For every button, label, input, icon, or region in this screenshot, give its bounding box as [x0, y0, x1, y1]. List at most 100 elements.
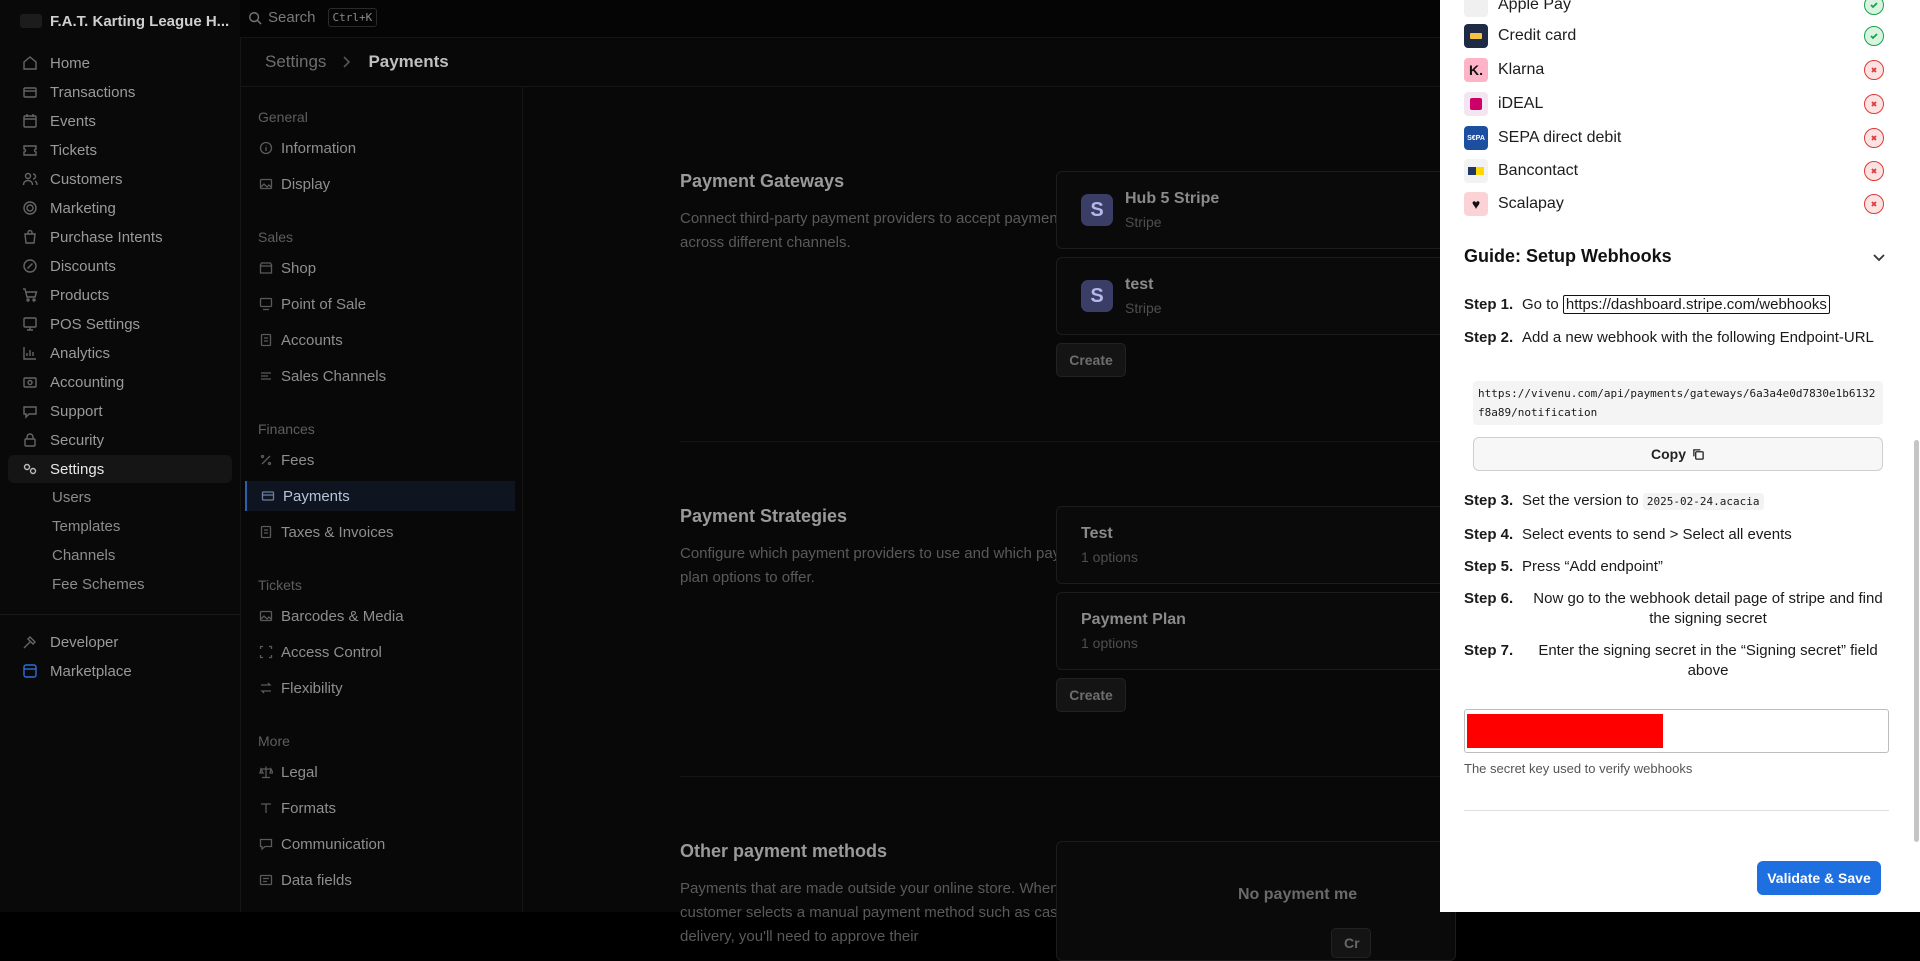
subnav-barcodes-media[interactable]: Barcodes & Media	[245, 601, 515, 631]
cart-icon	[22, 287, 38, 303]
create-gateway-button[interactable]: Create	[1056, 343, 1126, 377]
nav-item-settings[interactable]: Settings	[8, 455, 232, 483]
nav-item-analytics[interactable]: Analytics	[8, 339, 232, 367]
subnav-flexibility[interactable]: Flexibility	[245, 673, 515, 703]
create-method-button[interactable]: Cr	[1331, 928, 1371, 958]
nav-item-discounts[interactable]: Discounts	[8, 252, 232, 280]
subnav-label: Access Control	[281, 643, 382, 661]
subnav-label: Shop	[281, 259, 317, 277]
search-icon	[249, 11, 262, 25]
nav-item-events[interactable]: Events	[8, 107, 232, 135]
validate-save-button[interactable]: Validate & Save	[1757, 861, 1881, 895]
step-text: Set the version to 2025-02-24.acacia	[1522, 491, 1894, 512]
strategy-card[interactable]: Test 1 options	[1056, 506, 1456, 584]
stripe-webhooks-link[interactable]: https://dashboard.stripe.com/webhooks	[1562, 295, 1830, 314]
nav-sub-channels[interactable]: Channels	[52, 545, 115, 567]
payment-method-name: iDEAL	[1498, 95, 1544, 112]
close-icon	[1864, 128, 1884, 148]
subnav-information[interactable]: Information	[245, 133, 515, 163]
strategy-name: Payment Plan	[1081, 611, 1186, 628]
payment-method-name: Apple Pay	[1498, 0, 1571, 13]
nav-item-home[interactable]: Home	[8, 49, 232, 77]
subnav-display[interactable]: Display	[245, 169, 515, 199]
swap-icon	[259, 681, 273, 695]
top-bar: Search Ctrl+K	[240, 0, 1440, 38]
payment-method-row[interactable]: S€PA SEPA direct debit	[1464, 124, 1884, 152]
gateway-provider: Stripe	[1125, 300, 1162, 316]
subnav-legal[interactable]: Legal	[245, 757, 515, 787]
subnav-taxes-invoices[interactable]: Taxes & Invoices	[245, 517, 515, 547]
subnav-data-fields[interactable]: Data fields	[245, 865, 515, 895]
payment-method-name: SEPA direct debit	[1498, 129, 1622, 146]
subnav-label: Point of Sale	[281, 295, 367, 313]
payment-method-row[interactable]: Apple Pay	[1464, 0, 1884, 19]
subnav-point-of-sale[interactable]: Point of Sale	[245, 289, 515, 319]
subnav-sales-channels[interactable]: Sales Channels	[245, 361, 515, 391]
subnav-shop[interactable]: Shop	[245, 253, 515, 283]
nav-item-accounting[interactable]: Accounting	[8, 368, 232, 396]
payment-method-name: Credit card	[1498, 27, 1577, 44]
payment-method-row[interactable]: Bancontact	[1464, 157, 1884, 185]
nav-item-developer[interactable]: Developer	[8, 628, 232, 656]
drawer-scrollbar[interactable]	[1914, 440, 1919, 842]
subnav-fees[interactable]: Fees	[245, 445, 515, 475]
nav-item-security[interactable]: Security	[8, 426, 232, 454]
empty-state-text: No payment me	[1238, 886, 1358, 903]
strategy-card[interactable]: Payment Plan 1 options	[1056, 592, 1456, 670]
gateway-card[interactable]: S Hub 5 Stripe Stripe	[1056, 171, 1456, 249]
close-icon	[1864, 60, 1884, 80]
nav-item-support[interactable]: Support	[8, 397, 232, 425]
subnav-group-sales: Sales	[258, 229, 294, 245]
breadcrumb-settings[interactable]: Settings	[265, 52, 326, 72]
step-label: Step 5.	[1464, 558, 1514, 575]
fields-icon	[259, 873, 273, 887]
copy-endpoint-button[interactable]: Copy	[1473, 437, 1883, 471]
nav-label: Accounting	[50, 373, 125, 391]
step-text: Press “Add endpoint”	[1522, 558, 1663, 575]
nav-item-products[interactable]: Products	[8, 281, 232, 309]
step-text: Select events to send > Select all event…	[1522, 526, 1792, 543]
nav-item-pos-settings[interactable]: POS Settings	[8, 310, 232, 338]
strategies-description: Configure which payment providers to use…	[680, 545, 1094, 586]
guide-step-3: Step 3. Set the version to 2025-02-24.ac…	[1464, 491, 1894, 512]
subnav-accounts[interactable]: Accounts	[245, 325, 515, 355]
credit-card-logo	[1464, 24, 1488, 48]
nav-sub-users[interactable]: Users	[52, 487, 91, 509]
step-label: Step 4.	[1464, 526, 1514, 543]
subnav-payments[interactable]: Payments	[245, 481, 515, 511]
subnav-formats[interactable]: Formats	[245, 793, 515, 823]
search-box[interactable]: Search Ctrl+K	[248, 8, 378, 27]
nav-label: Developer	[50, 633, 119, 651]
webhooks-guide-title[interactable]: Guide: Setup Webhooks	[1464, 246, 1672, 267]
nav-item-transactions[interactable]: Transactions	[8, 78, 232, 106]
brand[interactable]: F.A.T. Karting League H...	[20, 10, 229, 32]
section-divider	[680, 776, 1440, 777]
nav-item-customers[interactable]: Customers	[8, 165, 232, 193]
payment-method-row[interactable]: Credit card	[1464, 22, 1884, 50]
redacted-secret	[1467, 714, 1663, 748]
close-icon	[1864, 161, 1884, 181]
channels-icon	[259, 369, 273, 383]
create-strategy-button[interactable]: Create	[1056, 678, 1126, 712]
subnav-communication[interactable]: Communication	[245, 829, 515, 859]
signing-secret-input[interactable]	[1464, 709, 1889, 753]
text-icon	[259, 801, 273, 815]
payment-method-row[interactable]: iDEAL	[1464, 90, 1884, 118]
nav-item-tickets[interactable]: Tickets	[8, 136, 232, 164]
payment-method-row[interactable]: ♥ Scalapay	[1464, 190, 1884, 218]
api-version: 2025-02-24.acacia	[1642, 493, 1764, 510]
payment-method-row[interactable]: K. Klarna	[1464, 56, 1884, 84]
subnav-label: Accounts	[281, 331, 343, 349]
nav-label: Events	[50, 112, 96, 130]
chevron-down-icon[interactable]	[1870, 248, 1888, 266]
settings-icon	[22, 461, 38, 477]
nav-item-marketing[interactable]: Marketing	[8, 194, 232, 222]
calendar-icon	[22, 113, 38, 129]
gateway-card[interactable]: S test Stripe	[1056, 257, 1456, 335]
nav-item-purchase-intents[interactable]: Purchase Intents	[8, 223, 232, 251]
nav-item-marketplace[interactable]: Marketplace	[8, 657, 232, 685]
subnav-access-control[interactable]: Access Control	[245, 637, 515, 667]
nav-label: Marketing	[50, 199, 116, 217]
nav-sub-templates[interactable]: Templates	[52, 516, 120, 538]
nav-sub-fee-schemes[interactable]: Fee Schemes	[52, 574, 145, 596]
